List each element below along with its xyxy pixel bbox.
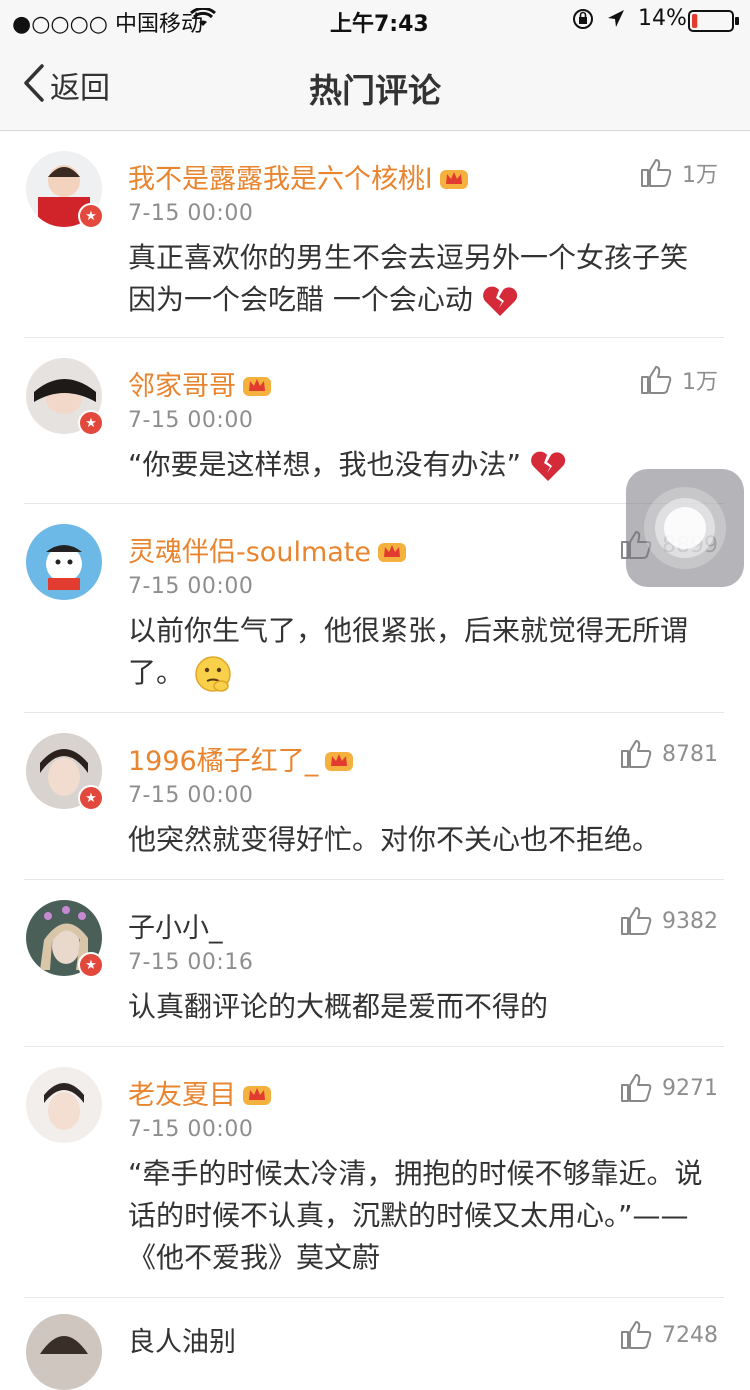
comment-username[interactable]: 1996橘子红了_ bbox=[128, 739, 354, 778]
comment-text: 他突然就变得好忙。对你不关心也不拒绝。 bbox=[128, 823, 661, 856]
comment-text: “牵手的时候太冷清，拥抱的时候不够靠近。说话的时候不认真，沉默的时候又太用心。”… bbox=[128, 1157, 703, 1274]
username-text: 子小小_ bbox=[128, 913, 223, 944]
comment-text: 以前你生气了，他很紧张，后来就觉得无所谓了。 bbox=[128, 610, 708, 694]
like-count: 9271 bbox=[662, 1075, 718, 1101]
like-button[interactable]: 1万 bbox=[640, 157, 718, 189]
assistive-touch-button[interactable] bbox=[626, 469, 744, 587]
comment-item: ★ 1996橘子红了_ 7-15 00:00 他突然就变得好忙。对你不关心也不拒… bbox=[24, 713, 724, 880]
comment-time: 7-15 00:00 bbox=[128, 574, 254, 599]
comment-text: 真正喜欢你的男生不会去逗另外一个女孩子笑 因为一个会吃醋 一个会心动 bbox=[128, 237, 708, 321]
like-button[interactable]: 7248 bbox=[620, 1320, 718, 1350]
thumbs-up-icon bbox=[621, 1321, 652, 1349]
avatar[interactable]: ★ bbox=[26, 358, 104, 436]
comment-username[interactable]: 灵魂伴侣-soulmate bbox=[128, 530, 407, 569]
username-text: 良人油别 bbox=[128, 1327, 236, 1358]
battery-percent: 14% bbox=[638, 6, 687, 31]
like-count: 1万 bbox=[682, 163, 718, 188]
username-text: 灵魂伴侣-soulmate bbox=[128, 537, 371, 568]
verified-badge-icon: ★ bbox=[78, 952, 104, 978]
username-text: 邻家哥哥 bbox=[128, 371, 236, 402]
thumbs-up-icon bbox=[641, 159, 672, 187]
like-button[interactable]: 9382 bbox=[620, 906, 718, 936]
thumbs-up-icon bbox=[641, 366, 672, 394]
like-count: 8781 bbox=[662, 741, 718, 767]
avatar[interactable] bbox=[26, 1067, 102, 1143]
carrier-signal: ●○○○○ 中国移动 bbox=[12, 12, 203, 37]
comment-item: 灵魂伴侣-soulmate 7-15 00:00 以前你生气了，他很紧张，后来就… bbox=[24, 504, 724, 713]
comment-time: 7-15 00:00 bbox=[128, 783, 254, 808]
comment-item: ★ 子小小_ 7-15 00:16 认真翻评论的大概都是爱而不得的 9382 bbox=[24, 880, 724, 1047]
vip-crown-icon bbox=[243, 1085, 271, 1105]
comment-time: 7-15 00:16 bbox=[128, 950, 254, 975]
page-title: 热门评论 bbox=[309, 71, 441, 110]
comment-text: 认真翻评论的大概都是爱而不得的 bbox=[128, 990, 549, 1023]
avatar[interactable] bbox=[26, 524, 102, 600]
avatar[interactable]: ★ bbox=[26, 900, 104, 978]
like-count: 1万 bbox=[682, 370, 718, 395]
comment-time: 7-15 00:00 bbox=[128, 201, 254, 226]
comment-item: 良人油别 7248 bbox=[24, 1298, 724, 1390]
broken-heart-icon bbox=[482, 286, 517, 316]
comment-time: 7-15 00:00 bbox=[128, 1117, 254, 1142]
verified-badge-icon: ★ bbox=[78, 785, 104, 811]
vip-crown-icon bbox=[243, 376, 271, 396]
comment-body: “你要是这样想，我也没有办法” bbox=[128, 448, 522, 481]
comment-body: 真正喜欢你的男生不会去逗另外一个女孩子笑 因为一个会吃醋 一个会心动 bbox=[128, 241, 689, 316]
comment-username[interactable]: 邻家哥哥 bbox=[128, 364, 272, 403]
verified-badge-icon: ★ bbox=[78, 410, 104, 436]
vip-crown-icon bbox=[378, 542, 406, 562]
username-text: 1996橘子红了_ bbox=[128, 746, 319, 777]
battery-icon bbox=[688, 10, 740, 38]
comment-item: 老友夏目 7-15 00:00 “牵手的时候太冷清，拥抱的时候不够靠近。说话的时… bbox=[24, 1047, 724, 1298]
comment-item: ★ 我不是露露我是六个核桃l 7-15 00:00 真正喜欢你的男生不会去逗另外… bbox=[24, 131, 724, 338]
avatar[interactable]: ★ bbox=[26, 151, 104, 229]
comment-time: 7-15 00:00 bbox=[128, 408, 254, 433]
rotation-lock-icon bbox=[572, 8, 594, 36]
comment-list: ★ 我不是露露我是六个核桃l 7-15 00:00 真正喜欢你的男生不会去逗另外… bbox=[0, 131, 750, 1390]
vip-crown-icon bbox=[439, 169, 468, 189]
comment-item: ★ 邻家哥哥 7-15 00:00 “你要是这样想，我也没有办法” 1万 bbox=[24, 338, 724, 504]
like-count: 9382 bbox=[662, 908, 718, 934]
wifi-icon bbox=[190, 6, 216, 34]
comment-username[interactable]: 子小小_ bbox=[128, 906, 223, 945]
thinking-face-icon bbox=[195, 656, 231, 692]
comment-username[interactable]: 良人油别 bbox=[128, 1320, 236, 1359]
status-bar: ●○○○○ 中国移动 上午7:43 14% bbox=[0, 0, 750, 40]
location-arrow-icon bbox=[606, 8, 626, 36]
broken-heart-icon bbox=[531, 451, 566, 481]
like-button[interactable]: 1万 bbox=[640, 364, 718, 396]
comment-username[interactable]: 我不是露露我是六个核桃l bbox=[128, 157, 469, 196]
verified-badge-icon: ★ bbox=[78, 203, 104, 229]
navigation-bar: 返回 热门评论 bbox=[0, 40, 750, 131]
thumbs-up-icon bbox=[621, 740, 652, 768]
thumbs-up-icon bbox=[621, 907, 652, 935]
like-button[interactable]: 9271 bbox=[620, 1073, 718, 1103]
avatar[interactable] bbox=[26, 1314, 102, 1390]
like-button[interactable]: 8781 bbox=[620, 739, 718, 769]
clock: 上午7:43 bbox=[330, 12, 429, 37]
thumbs-up-icon bbox=[621, 1074, 652, 1102]
username-text: 我不是露露我是六个核桃l bbox=[128, 164, 433, 195]
comment-text: “你要是这样想，我也没有办法” bbox=[128, 444, 708, 486]
vip-crown-icon bbox=[325, 751, 354, 771]
username-text: 老友夏目 bbox=[128, 1080, 236, 1111]
avatar[interactable]: ★ bbox=[26, 733, 104, 811]
comment-username[interactable]: 老友夏目 bbox=[128, 1073, 272, 1112]
like-count: 7248 bbox=[662, 1322, 718, 1348]
